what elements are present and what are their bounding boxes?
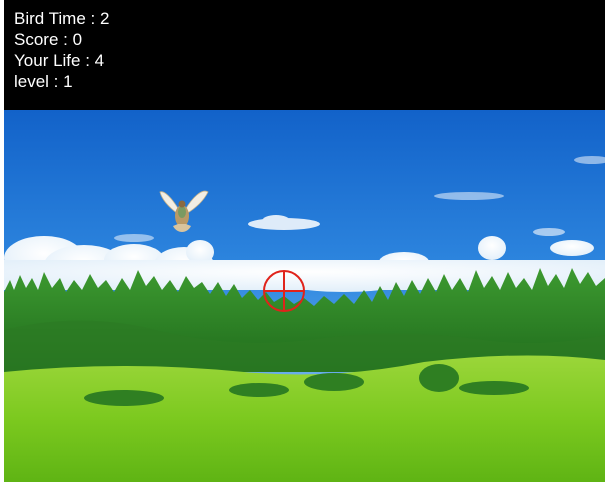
bird-time-label: Bird Time : 2 [14,9,110,28]
level-label: level : 1 [14,72,73,91]
score-label: Score : 0 [14,30,83,49]
game-canvas[interactable] [4,110,605,482]
crosshair-icon[interactable] [263,270,305,312]
game-hud: Bird Time : 2 Score : 0 Your Life : 4 le… [4,0,605,110]
lives-label: Your Life : 4 [14,51,105,70]
